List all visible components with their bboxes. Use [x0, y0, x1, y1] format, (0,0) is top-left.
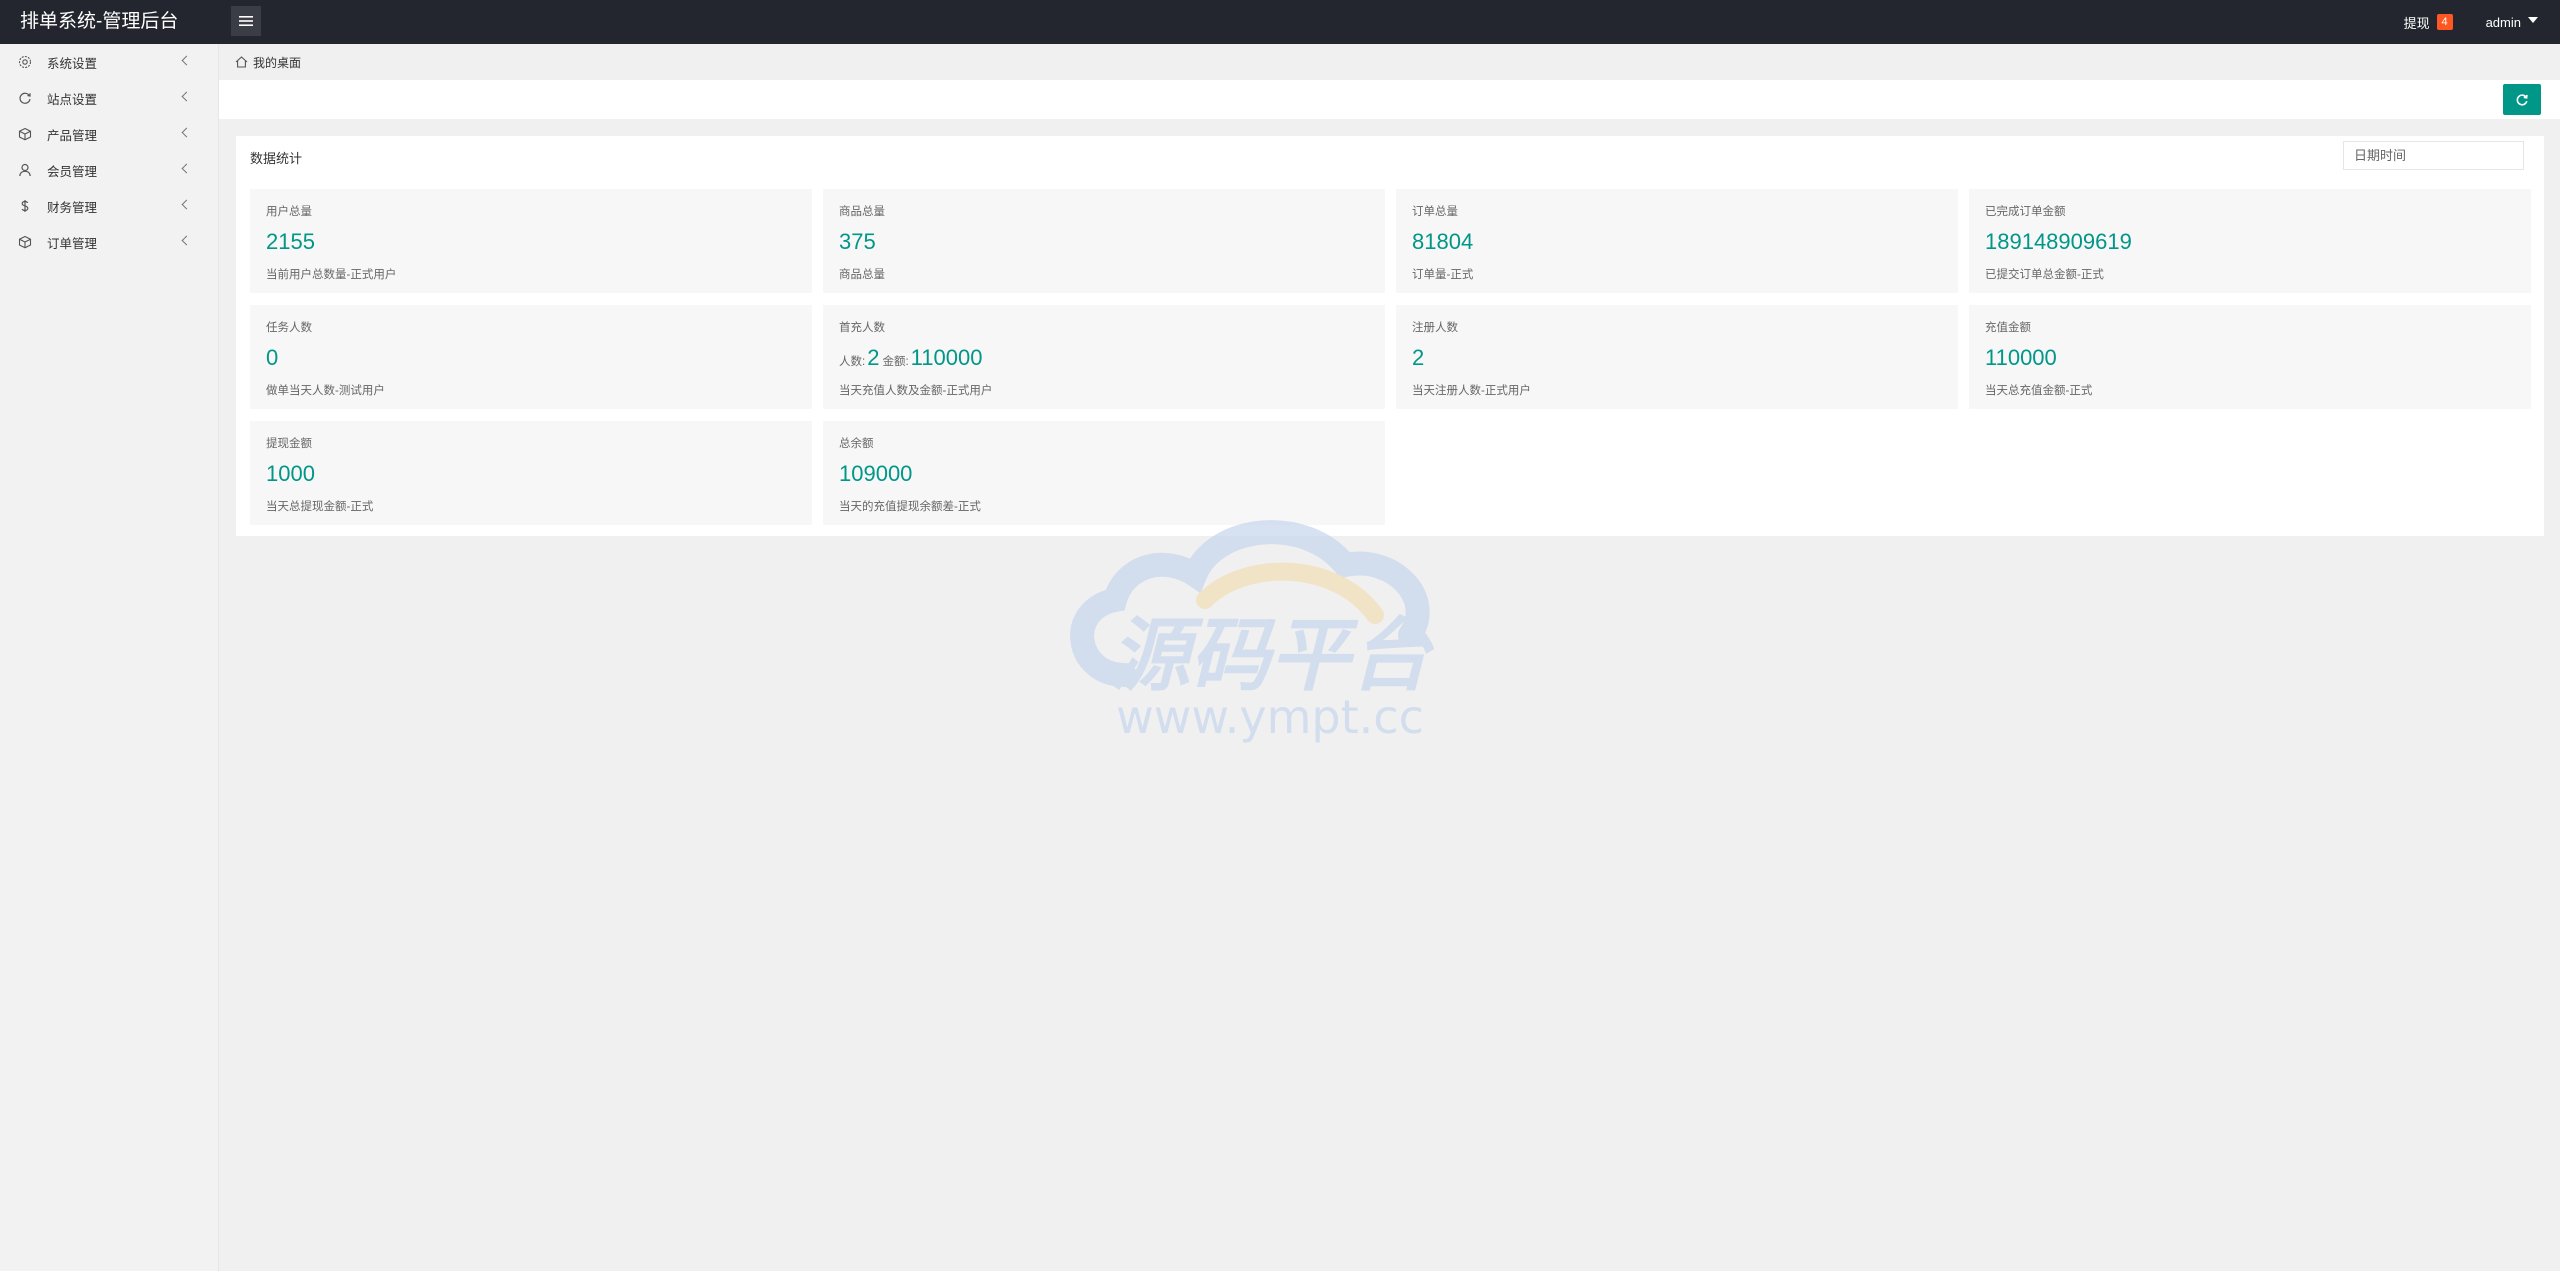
chevron-left-icon: [181, 163, 192, 174]
breadcrumb: 我的桌面: [219, 44, 2560, 80]
sidebar: 系统设置 站点设置 产品管理 会员管理 财务管理 订单管理: [0, 44, 219, 1271]
card-desc: 当天总提现金额-正式: [266, 501, 374, 513]
watermark-logo: 源码平台 www.ympt.cc: [1070, 520, 1435, 744]
gear-icon: [18, 55, 32, 69]
chevron-left-icon: [181, 91, 192, 102]
card-value-group: 人数: 2 金额: 110000: [839, 345, 985, 371]
card-value: 0: [266, 345, 279, 370]
user-icon: [18, 163, 32, 177]
card-value: 2155: [266, 229, 315, 254]
withdraw-badge: 4: [2436, 14, 2453, 30]
card-label: 订单总量: [1412, 206, 1458, 218]
card-label: 充值金额: [1985, 322, 2031, 334]
card-label: 商品总量: [839, 206, 885, 218]
watermark-url: www.ympt.cc: [1116, 690, 1424, 744]
sidebar-item-order-management[interactable]: 订单管理: [0, 224, 218, 260]
card-desc: 当天总充值金额-正式: [1985, 385, 2093, 397]
card-desc: 已提交订单总金额-正式: [1985, 269, 2104, 281]
card-desc: 当天注册人数-正式用户: [1412, 385, 1531, 397]
card-desc: 当天的充值提现余额差-正式: [839, 501, 981, 513]
card-value: 375: [839, 229, 876, 254]
card-label: 总余额: [839, 438, 874, 450]
card-label: 提现金额: [266, 438, 312, 450]
sidebar-item-label: 产品管理: [47, 128, 98, 143]
stat-card-registrations: 注册人数 2 当天注册人数-正式用户: [1396, 305, 1958, 409]
top-header: 排单系统-管理后台 提现 4 admin: [0, 0, 2560, 44]
chevron-left-icon: [181, 199, 192, 210]
sidebar-item-label: 订单管理: [47, 236, 98, 251]
sidebar-item-label: 站点设置: [47, 92, 98, 107]
card-desc: 订单量-正式: [1412, 269, 1474, 281]
refresh-button[interactable]: [2503, 84, 2541, 115]
stat-card-total-products: 商品总量 375 商品总量: [823, 189, 1385, 293]
withdraw-link[interactable]: 提现 4: [2404, 13, 2453, 32]
refresh-icon: [18, 91, 32, 105]
user-name: admin: [2485, 14, 2521, 30]
chevron-left-icon: [181, 235, 192, 246]
sidebar-item-label: 财务管理: [47, 200, 98, 215]
stat-card-completed-order-amount: 已完成订单金额 189148909619 已提交订单总金额-正式: [1969, 189, 2531, 293]
card-label: 任务人数: [266, 322, 312, 334]
sidebar-item-label: 会员管理: [47, 164, 98, 179]
home-icon: [235, 56, 248, 68]
hamburger-icon: [239, 16, 253, 26]
amount-label: 金额:: [882, 356, 909, 368]
stat-card-total-orders: 订单总量 81804 订单量-正式: [1396, 189, 1958, 293]
card-desc: 当前用户总数量-正式用户: [266, 269, 397, 281]
card-desc: 当天充值人数及金额-正式用户: [839, 385, 993, 397]
stat-card-total-users: 用户总量 2155 当前用户总数量-正式用户: [250, 189, 812, 293]
stats-panel: 数据统计 用户总量 2155 当前用户总数量-正式用户 商品总量 375 商品总…: [236, 136, 2544, 536]
stat-card-withdraw-amount: 提现金额 1000 当天总提现金额-正式: [250, 421, 812, 525]
card-value: 110000: [1985, 345, 2057, 370]
card-label: 注册人数: [1412, 322, 1458, 334]
card-value: 81804: [1412, 229, 1474, 254]
card-label: 已完成订单金额: [1985, 206, 2066, 218]
sidebar-item-finance-management[interactable]: 财务管理: [0, 188, 218, 224]
breadcrumb-item-desktop[interactable]: 我的桌面: [253, 54, 301, 71]
amount-value: 110000: [910, 345, 983, 370]
refresh-icon: [2516, 93, 2528, 105]
sidebar-item-product-management[interactable]: 产品管理: [0, 116, 218, 152]
sidebar-item-site-settings[interactable]: 站点设置: [0, 80, 218, 116]
card-desc: 做单当天人数-测试用户: [266, 385, 385, 397]
stat-card-first-recharge: 首充人数 人数: 2 金额: 110000 当天充值人数及金额-正式用户: [823, 305, 1385, 409]
stat-card-recharge-amount: 充值金额 110000 当天总充值金额-正式: [1969, 305, 2531, 409]
sidebar-item-label: 系统设置: [47, 56, 98, 71]
cube-icon: [18, 127, 32, 141]
sidebar-item-member-management[interactable]: 会员管理: [0, 152, 218, 188]
card-value: 2: [1412, 345, 1425, 370]
card-value: 1000: [266, 461, 315, 486]
dollar-icon: [18, 199, 32, 213]
chevron-left-icon: [181, 127, 192, 138]
caret-down-icon: [2528, 17, 2538, 23]
toolbar: [219, 80, 2560, 119]
date-time-input[interactable]: [2343, 141, 2524, 170]
count-label: 人数:: [839, 356, 866, 368]
card-label: 首充人数: [839, 322, 885, 334]
cube-icon: [18, 235, 32, 249]
chevron-left-icon: [181, 55, 192, 66]
card-value: 109000: [839, 461, 913, 486]
app-title: 排单系统-管理后台: [20, 11, 179, 32]
withdraw-label: 提现: [2403, 15, 2430, 31]
card-desc: 商品总量: [839, 269, 885, 281]
watermark-title: 源码平台: [1110, 609, 1435, 702]
panel-title: 数据统计: [250, 151, 303, 166]
sidebar-item-system-settings[interactable]: 系统设置: [0, 44, 218, 80]
count-value: 2: [867, 345, 880, 370]
menu-toggle-button[interactable]: [231, 6, 261, 36]
card-label: 用户总量: [266, 206, 312, 218]
user-menu[interactable]: admin: [2486, 15, 2538, 30]
card-value: 189148909619: [1985, 229, 2132, 254]
stat-card-task-users: 任务人数 0 做单当天人数-测试用户: [250, 305, 812, 409]
